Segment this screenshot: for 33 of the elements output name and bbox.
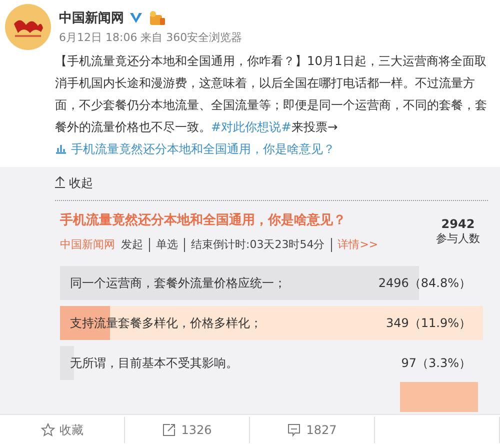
collapse-label[interactable]: 收起 (69, 175, 93, 192)
option-result: 2496（84.8%） (378, 274, 471, 292)
option-label: 支持流量套餐多样化，价格多样化； (70, 314, 262, 332)
collapse-link[interactable]: 收起 (55, 175, 488, 201)
poll-type: 单选 (156, 237, 178, 252)
poll-option[interactable]: 同一个运营商，套餐外流量价格应统一； 2496（84.8%） (60, 266, 483, 300)
star-icon (40, 423, 54, 437)
poll-option[interactable]: 无所谓，目前基本不受其影响。 97（3.3%） (60, 346, 483, 380)
comment-icon (287, 423, 302, 437)
repost-button[interactable]: 1326 (125, 417, 250, 443)
details-link[interactable]: 详情>> (338, 237, 378, 252)
avatar-logo[interactable] (5, 4, 51, 50)
option-label: 同一个运营商，套餐外流量价格应统一； (70, 274, 286, 292)
initiated-label: 发起 (121, 237, 143, 252)
participant-label: 参与人数 (436, 231, 480, 246)
poll-option[interactable]: 支持流量套餐多样化，价格多样化； 349（11.9%） (60, 306, 483, 340)
option-result: 349（11.9%） (386, 314, 471, 332)
option-result: 97（3.3%） (401, 354, 471, 372)
poll-title: 手机流量竟然还分本地和全国通用，你是啥意见？ (60, 212, 347, 229)
level-icon (148, 10, 166, 26)
participant-count: 2942 (440, 217, 476, 231)
favorite-button[interactable]: 收藏 (0, 417, 125, 443)
up-arrow-icon (55, 176, 65, 191)
poll-link[interactable]: 手机流量竟然还分本地和全国通用，你是啥意见？ (55, 142, 335, 156)
share-icon (162, 423, 176, 437)
option-label: 无所谓，目前基本不受其影响。 (70, 354, 238, 372)
comment-button[interactable]: 1827 (250, 417, 375, 443)
countdown: 结束倒计时:03天23时54分 (191, 237, 325, 252)
hashtag-link[interactable]: #对此你想说# (211, 120, 292, 134)
post-meta: 6月12日 18:06 来自 360安全浏览器 (59, 30, 242, 45)
account-name[interactable]: 中国新闻网 (59, 9, 124, 27)
initiator-link[interactable]: 中国新闻网 (60, 237, 115, 252)
post-text: 【手机流量竟还分本地和全国通用，你咋看？】10月1日起，三大运营商将全面取消手机国内长途和漫游费，这意味着，以后全国在哪打电话都一样。不过流量方面，不少套餐仍分本地流量、全国流量等；即便是同一个运营商，不同的套餐，套餐外的流量价格也不尽一致。#对此你想说#来投票→ 手机流量竟然还分本地和全国通用，你是啥意见？ (0, 50, 500, 167)
